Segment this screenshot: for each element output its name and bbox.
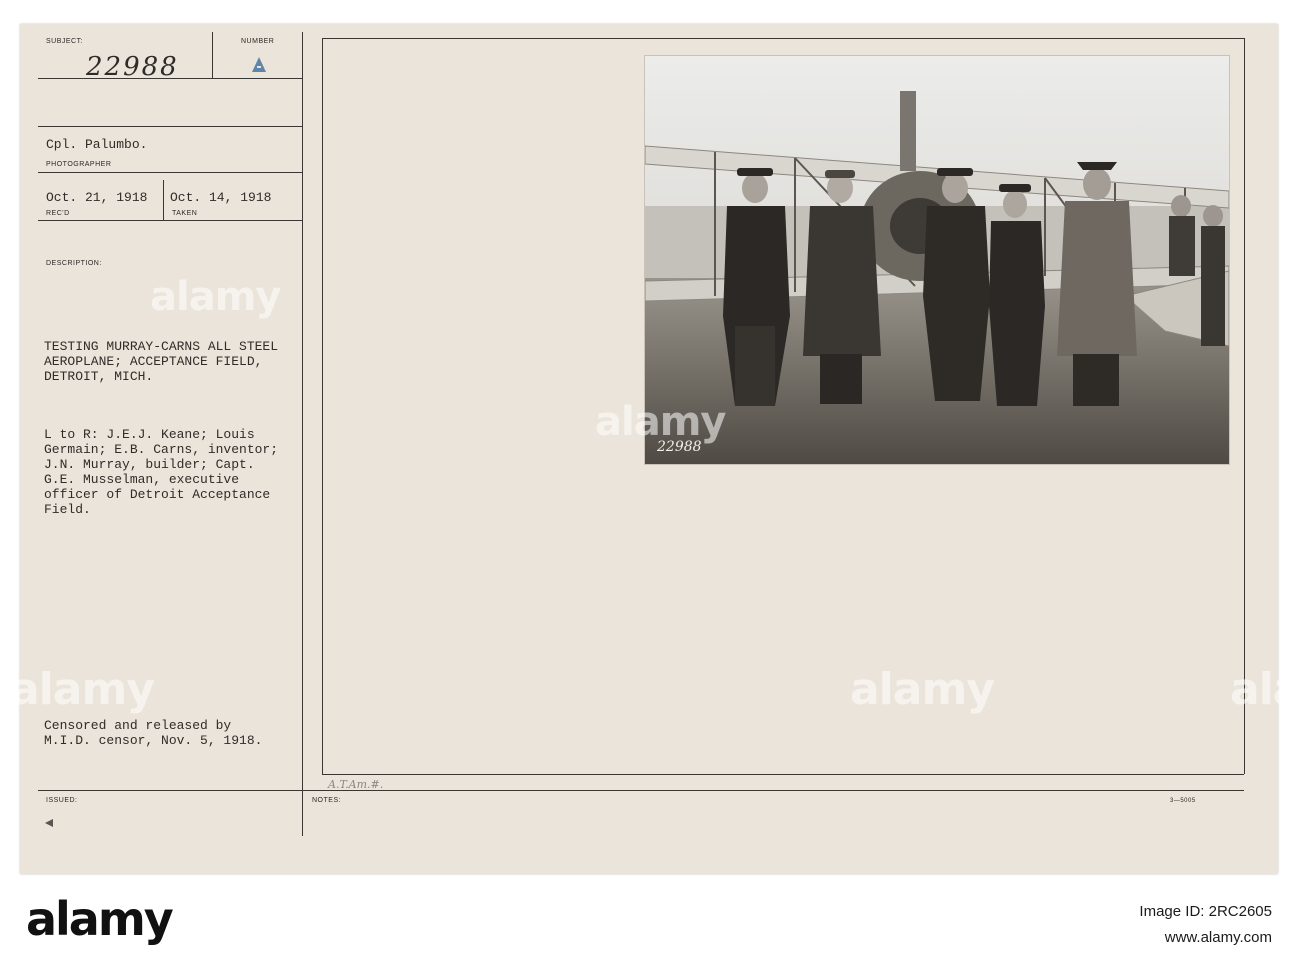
notes-label: NOTES: [312,797,342,804]
caption-text: L to R: J.E.J. Keane; Louis Germain; E.B… [44,427,279,517]
record-card: SUBJECT: NUMBER 22988 Cpl. Palumbo. PHOT… [10,24,1300,874]
rule [38,126,302,127]
rule [38,220,302,221]
pencil-note: A.T.Am.#. [328,778,384,791]
form-code: 3—5005 [1170,798,1196,804]
watermark: alamy [1230,664,1300,715]
photographer-name: Cpl. Palumbo. [46,137,148,152]
rule [38,172,302,173]
photographer-label: PHOTOGRAPHER [46,161,112,168]
issued-label: ISSUED: [46,797,78,804]
alamy-logo[interactable]: alamy [26,892,174,946]
frame-left [322,38,323,774]
column-divider [302,32,303,836]
issued-arrow-icon [45,819,53,827]
number-stamp-icon [252,57,266,72]
watermark: alamy [850,664,995,715]
footer-band [0,877,1300,966]
received-label: REC'D [46,210,70,217]
image-id-text: Image ID: 2RC2605 [1139,903,1272,920]
photograph: 22988 [644,55,1230,465]
subject-number: 22988 [86,52,179,82]
frame-bottom [322,774,1244,775]
image-id: Image ID: 2RC2605 www.alamy.com [1139,899,1272,951]
rule [38,790,1244,791]
censor-note: Censored and released by M.I.D. censor, … [44,718,263,748]
rule [212,32,213,78]
taken-label: TAKEN [172,210,198,217]
site-url[interactable]: www.alamy.com [1139,925,1272,951]
rule [163,180,164,220]
watermark: alamy [595,399,726,445]
received-date: Oct. 21, 1918 [46,190,148,205]
number-stamp-detail [257,66,261,68]
number-label: NUMBER [241,38,275,45]
watermark: alamy [150,274,281,320]
description-label: DESCRIPTION: [46,260,102,267]
watermark: alamy [10,664,155,715]
frame-top [322,38,1244,39]
taken-date: Oct. 14, 1918 [170,190,272,205]
description-text: TESTING MURRAY-CARNS ALL STEEL AEROPLANE… [44,339,279,384]
subject-label: SUBJECT: [46,38,84,45]
